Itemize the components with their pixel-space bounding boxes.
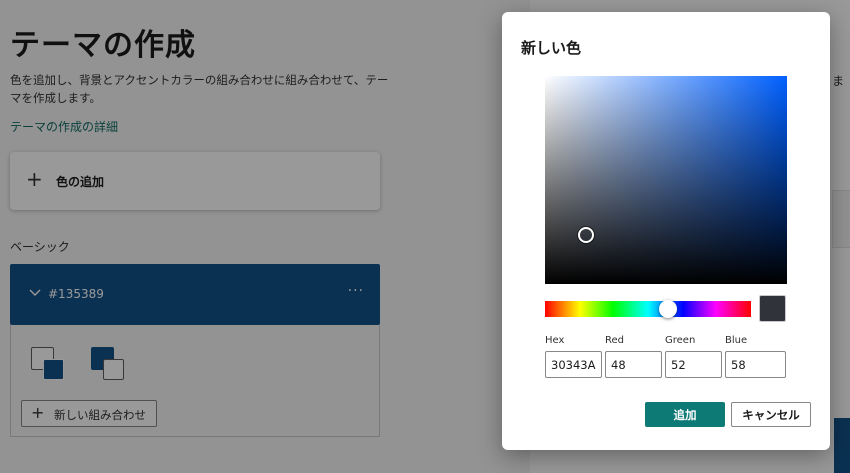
saturation-value-picker[interactable] [545, 76, 787, 284]
red-input[interactable] [605, 351, 662, 378]
red-label: Red [605, 335, 624, 346]
blue-input[interactable] [725, 351, 786, 378]
blue-label: Blue [725, 335, 748, 346]
hex-input[interactable] [545, 351, 602, 378]
dialog-title: 新しい色 [521, 39, 582, 57]
hex-label: Hex [545, 335, 565, 346]
hue-slider-thumb[interactable] [659, 300, 677, 318]
green-label: Green [665, 335, 696, 346]
selected-color-swatch [759, 295, 786, 322]
add-button[interactable]: 追加 [645, 402, 725, 427]
cancel-button[interactable]: キャンセル [731, 402, 811, 427]
new-color-dialog: 新しい色 Hex Red Green Blue 追加 キャンセル [502, 12, 830, 450]
color-picker-thumb[interactable] [578, 227, 594, 243]
hue-slider[interactable] [545, 300, 751, 318]
green-input[interactable] [665, 351, 722, 378]
